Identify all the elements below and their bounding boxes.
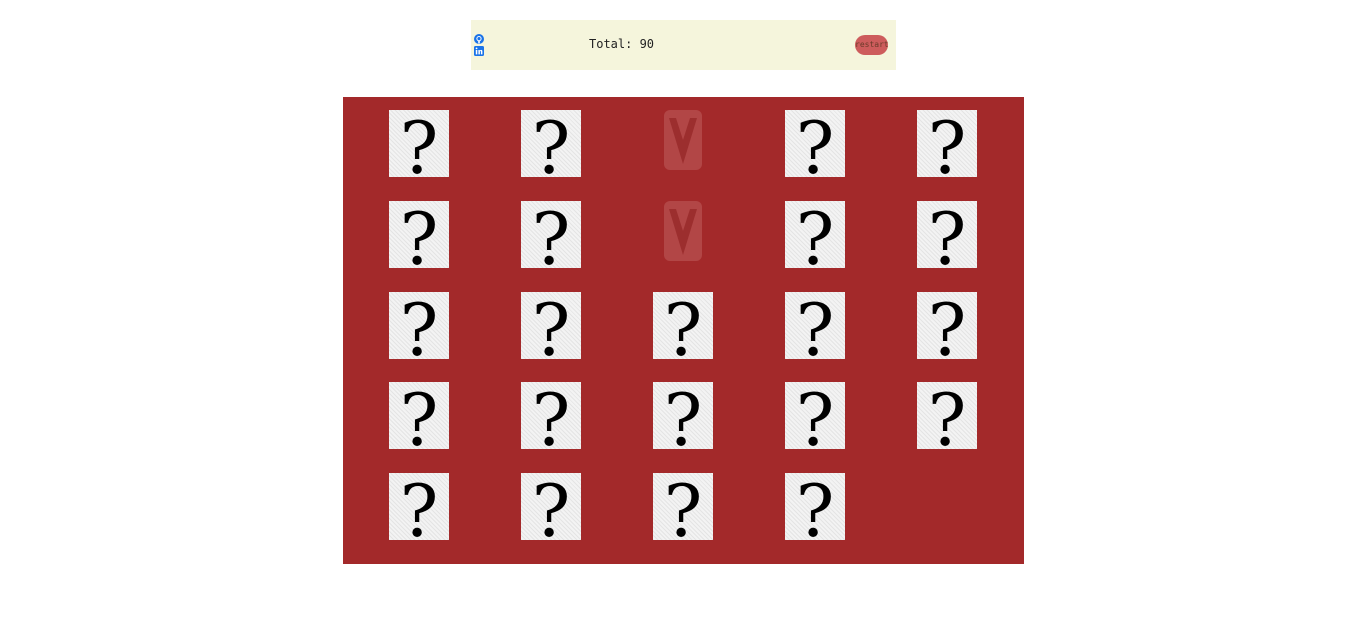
hidden-card[interactable]: ?	[653, 473, 713, 540]
social-links	[474, 34, 486, 58]
hidden-card[interactable]: ?	[917, 382, 977, 449]
question-mark-icon: ?	[928, 110, 967, 177]
svg-text:?: ?	[400, 110, 439, 177]
svg-text:?: ?	[928, 110, 967, 177]
svg-text:?: ?	[400, 473, 439, 540]
matched-card[interactable]	[664, 110, 702, 170]
hidden-card[interactable]: ?	[785, 110, 845, 177]
question-mark-icon: ?	[928, 201, 967, 268]
question-mark-icon: ?	[400, 382, 439, 449]
question-mark-icon: ?	[532, 382, 571, 449]
svg-text:?: ?	[928, 382, 967, 449]
svg-text:?: ?	[664, 473, 703, 540]
question-mark-icon: ?	[532, 201, 571, 268]
question-mark-icon: ?	[796, 110, 835, 177]
question-mark-icon: ?	[796, 292, 835, 359]
question-mark-icon: ?	[400, 201, 439, 268]
question-mark-icon: ?	[796, 473, 835, 540]
question-mark-icon: ?	[664, 473, 703, 540]
hidden-card[interactable]: ?	[389, 201, 449, 268]
svg-text:?: ?	[664, 292, 703, 359]
linkedin-icon[interactable]	[474, 46, 484, 56]
total-score: Total: 90	[589, 37, 655, 51]
hidden-card[interactable]: ?	[389, 473, 449, 540]
question-mark-icon: ?	[796, 382, 835, 449]
svg-text:?: ?	[532, 292, 571, 359]
hidden-card[interactable]: ?	[785, 201, 845, 268]
question-mark-icon: ?	[400, 110, 439, 177]
hidden-card[interactable]: ?	[785, 382, 845, 449]
question-mark-icon: ?	[928, 382, 967, 449]
hidden-card[interactable]: ?	[389, 110, 449, 177]
hidden-card[interactable]: ?	[389, 292, 449, 359]
question-mark-icon: ?	[532, 292, 571, 359]
svg-text:?: ?	[400, 382, 439, 449]
header-bar: Total: 90 restart	[471, 20, 896, 70]
svg-text:?: ?	[796, 382, 835, 449]
question-mark-icon: ?	[928, 292, 967, 359]
question-mark-icon: ?	[664, 382, 703, 449]
hidden-card[interactable]: ?	[785, 292, 845, 359]
svg-text:?: ?	[928, 292, 967, 359]
hidden-card[interactable]: ?	[917, 110, 977, 177]
hidden-card[interactable]: ?	[521, 382, 581, 449]
svg-text:?: ?	[532, 382, 571, 449]
svg-text:?: ?	[664, 382, 703, 449]
question-mark-icon: ?	[400, 473, 439, 540]
hidden-card[interactable]: ?	[917, 201, 977, 268]
question-mark-icon: ?	[400, 292, 439, 359]
hidden-card[interactable]: ?	[653, 292, 713, 359]
svg-text:?: ?	[532, 201, 571, 268]
hidden-card[interactable]: ?	[521, 473, 581, 540]
question-mark-icon: ?	[664, 292, 703, 359]
question-mark-icon: ?	[796, 201, 835, 268]
matched-card[interactable]	[664, 201, 702, 261]
restart-button[interactable]: restart	[855, 35, 888, 55]
svg-text:?: ?	[400, 201, 439, 268]
hidden-card[interactable]: ?	[521, 292, 581, 359]
question-mark-icon: ?	[532, 110, 571, 177]
github-icon[interactable]	[474, 34, 484, 44]
hidden-card[interactable]: ?	[653, 382, 713, 449]
svg-text:?: ?	[400, 292, 439, 359]
hidden-card[interactable]: ?	[389, 382, 449, 449]
hidden-card[interactable]: ?	[521, 201, 581, 268]
hidden-card[interactable]: ?	[917, 292, 977, 359]
hidden-card[interactable]: ?	[521, 110, 581, 177]
game-board: ??????????????????????	[343, 97, 1024, 564]
hidden-card[interactable]: ?	[785, 473, 845, 540]
svg-text:?: ?	[796, 201, 835, 268]
svg-text:?: ?	[796, 473, 835, 540]
question-mark-icon: ?	[532, 473, 571, 540]
svg-text:?: ?	[796, 110, 835, 177]
svg-text:?: ?	[928, 201, 967, 268]
svg-text:?: ?	[532, 110, 571, 177]
vue-logo-icon	[669, 118, 697, 164]
svg-text:?: ?	[532, 473, 571, 540]
svg-text:?: ?	[796, 292, 835, 359]
vue-logo-icon	[669, 209, 697, 255]
